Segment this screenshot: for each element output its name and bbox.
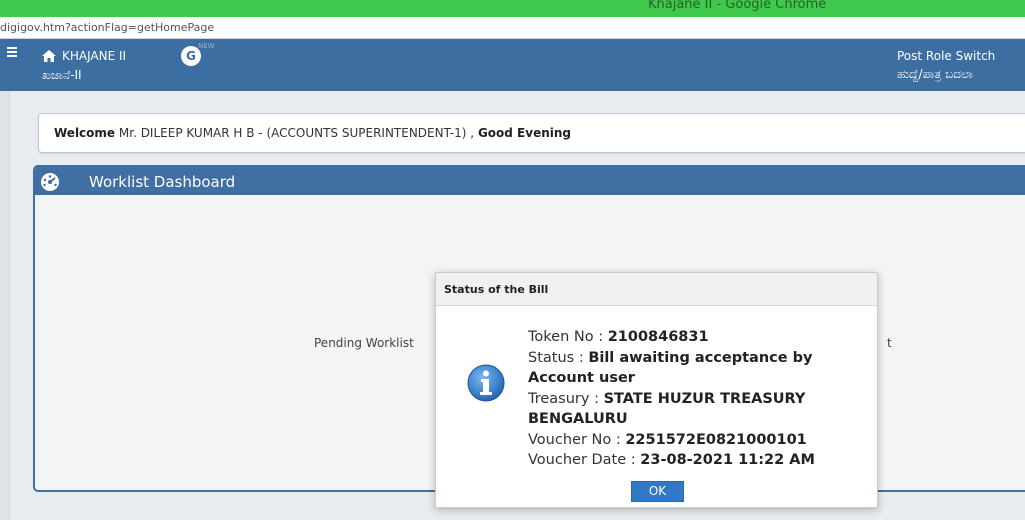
browser-title-bar: Khajane II - Google Chrome — [0, 0, 1025, 17]
info-icon — [467, 364, 505, 402]
treasury-row: Treasury : STATE HUZUR TREASURY BENGALUR… — [528, 389, 873, 430]
treasury-label: Treasury : — [528, 390, 604, 407]
bill-status-dialog: Status of the Bill Token No : 2100846831… — [435, 272, 878, 508]
side-rail — [0, 91, 10, 520]
window-title: Khajane II - Google Chrome — [648, 0, 827, 12]
token-label: Token No : — [528, 329, 608, 345]
dashboard-header: Worklist Dashboard — [35, 167, 1025, 195]
status-row: Status : Bill awaiting acceptance by Acc… — [528, 348, 873, 389]
home-icon[interactable] — [42, 50, 56, 62]
app-name-kannada: ಖಜಾನೆ-II — [42, 68, 82, 82]
dashboard-title: Worklist Dashboard — [89, 173, 236, 191]
welcome-banner: Welcome Mr. DILEEP KUMAR H B - (ACCOUNTS… — [38, 113, 1025, 153]
dialog-title: Status of the Bill — [444, 283, 549, 296]
app-header: KHAJANE II ಖಜಾನೆ-II G NEW Post Role Swit… — [0, 39, 1025, 91]
dashboard-gauge-icon — [41, 173, 59, 191]
voucher-date-label: Voucher Date : — [528, 452, 641, 468]
voucher-no-label: Voucher No : — [528, 431, 626, 448]
app-name[interactable]: KHAJANE II — [62, 49, 126, 63]
url-text: digigov.htm?actionFlag=getHomePage — [0, 21, 215, 34]
hamburger-menu-icon[interactable] — [7, 47, 17, 57]
token-value: 2100846831 — [607, 329, 709, 345]
voucher-no-value: 2251572E0821000101 — [625, 431, 807, 448]
token-row: Token No : 2100846831 — [528, 327, 873, 348]
bill-details: Token No : 2100846831 Status : Bill awai… — [528, 327, 873, 471]
voucher-date-value: 23-08-2021 11:22 AM — [640, 452, 815, 468]
address-bar[interactable]: digigov.htm?actionFlag=getHomePage — [0, 17, 1025, 39]
voucher-no-row: Voucher No : 2251572E0821000101 — [528, 430, 873, 451]
pending-worklist-text: Pending Worklist — [314, 336, 414, 350]
status-label: Status : — [528, 349, 589, 366]
ok-button[interactable]: OK — [631, 481, 684, 502]
dialog-header: Status of the Bill — [436, 273, 877, 306]
new-badge: NEW — [198, 42, 215, 50]
voucher-date-row: Voucher Date : 23-08-2021 11:22 AM — [528, 450, 873, 471]
role-switch-kannada[interactable]: ಹುದ್ದೆ/ಪಾತ್ರ ಬದಲಾ — [897, 67, 973, 82]
role-switch-link[interactable]: Post Role Switch — [897, 49, 995, 63]
pending-worklist-tail: t — [887, 336, 892, 350]
welcome-text: Welcome Mr. DILEEP KUMAR H B - (ACCOUNTS… — [54, 126, 571, 140]
welcome-greeting: Good Evening — [477, 126, 571, 140]
welcome-prefix: Welcome — [54, 126, 116, 140]
welcome-user: Mr. DILEEP KUMAR H B - (ACCOUNTS SUPERIN… — [115, 126, 478, 140]
